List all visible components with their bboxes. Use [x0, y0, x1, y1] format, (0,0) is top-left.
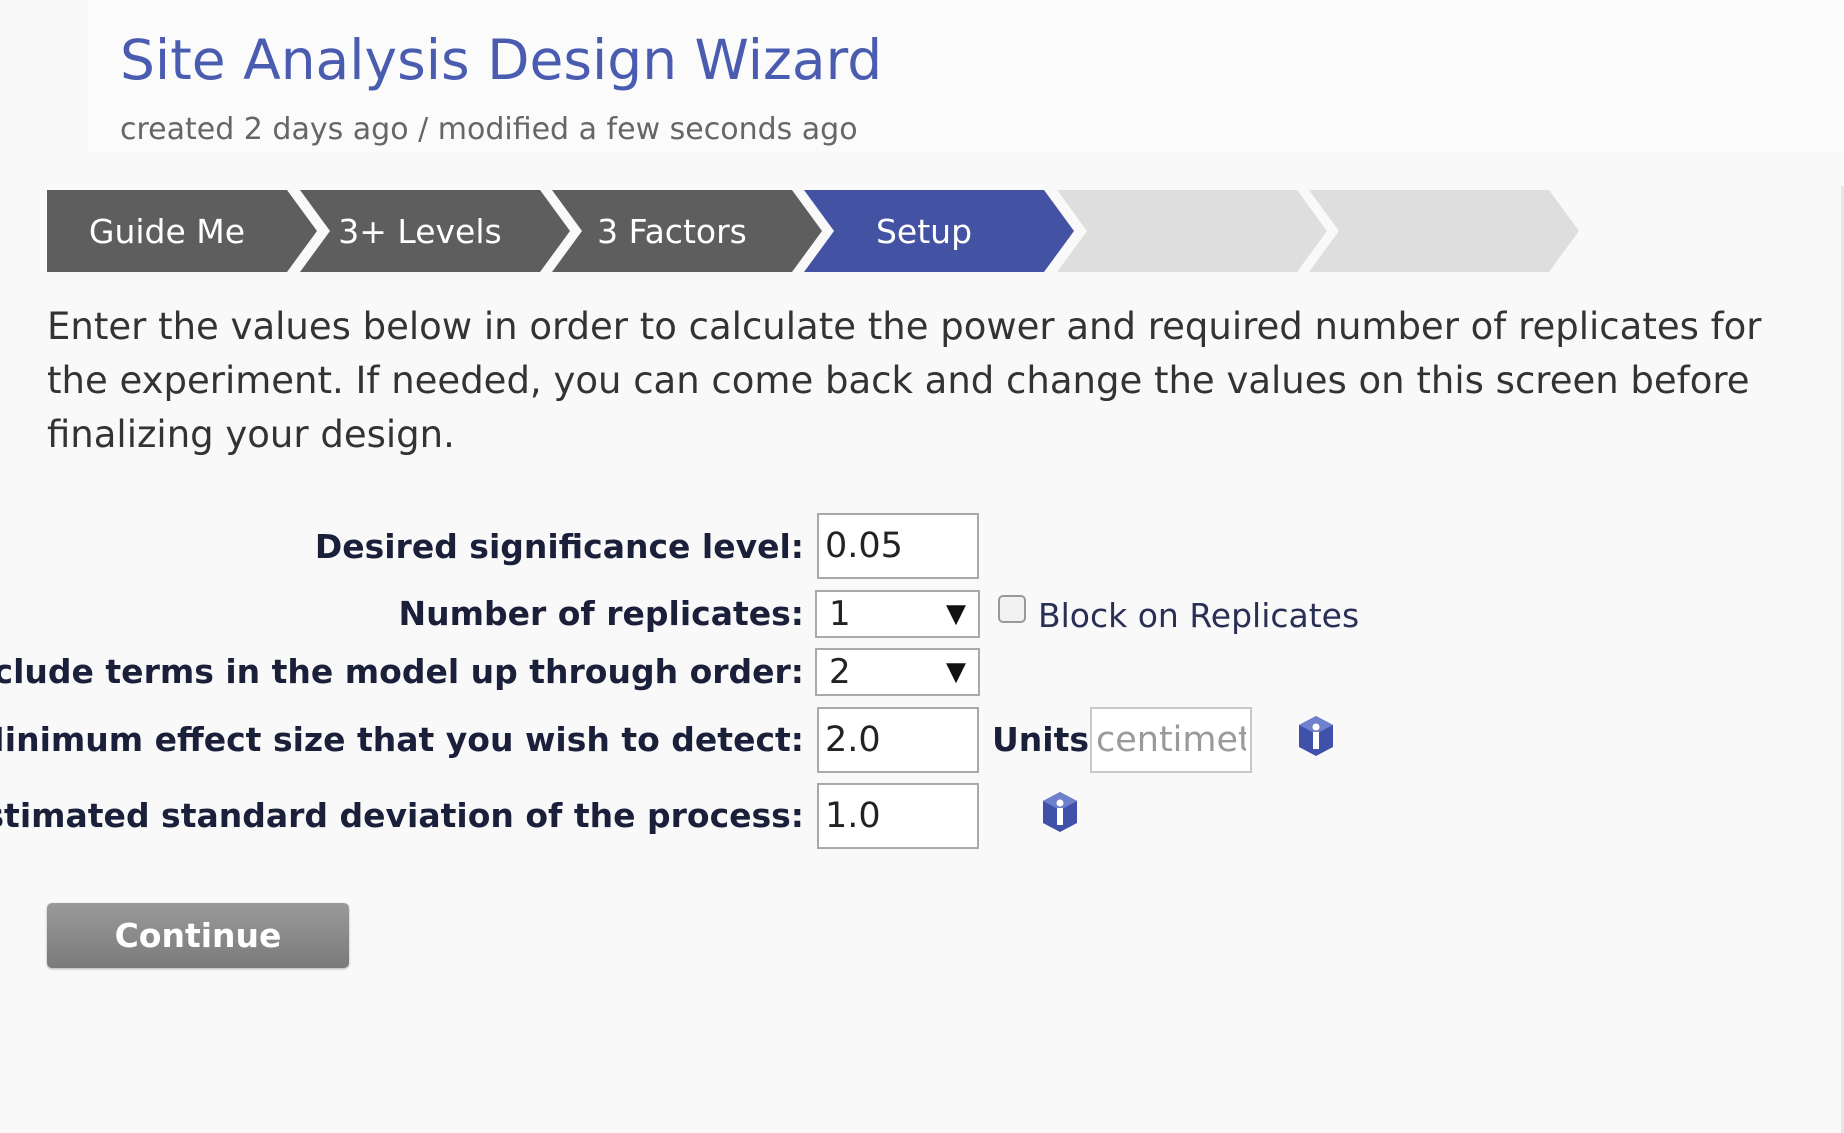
step-setup[interactable]: Setup	[804, 190, 1074, 272]
order-value: 2	[829, 652, 851, 692]
stddev-label: Estimated standard deviation of the proc…	[0, 796, 804, 835]
units-input[interactable]	[1090, 707, 1252, 773]
wizard-steps: Guide Me 3+ Levels 3 Factors Setup	[47, 190, 1587, 272]
effect-size-value: 2.0	[825, 720, 881, 760]
continue-button[interactable]: Continue	[47, 903, 349, 968]
continue-label: Continue	[114, 916, 282, 955]
info-hexagon-icon[interactable]	[1040, 790, 1080, 834]
significance-label: Desired significance level:	[314, 527, 804, 566]
order-label: Include terms in the model up through or…	[0, 652, 804, 691]
significance-value: 0.05	[825, 526, 903, 566]
info-hexagon-icon[interactable]	[1296, 714, 1336, 758]
step-label: 3+ Levels	[338, 211, 502, 251]
step-levels[interactable]: 3+ Levels	[300, 190, 570, 272]
replicates-value: 1	[829, 594, 851, 634]
block-replicates-label[interactable]: Block on Replicates	[1038, 596, 1359, 636]
order-select[interactable]: 2 ▼	[815, 648, 980, 696]
block-replicates-checkbox[interactable]	[998, 595, 1026, 623]
page-subtitle: created 2 days ago / modified a few seco…	[120, 112, 858, 147]
step-guide-me[interactable]: Guide Me	[47, 190, 317, 272]
effect-size-input[interactable]: 2.0	[817, 707, 979, 773]
replicates-label: Number of replicates:	[398, 594, 804, 633]
triangle-down-icon: ▼	[946, 657, 966, 687]
stddev-input[interactable]: 1.0	[817, 783, 979, 849]
significance-input[interactable]: 0.05	[817, 513, 979, 579]
step-pending-6	[1309, 190, 1579, 272]
stddev-value: 1.0	[825, 796, 881, 836]
intro-text: Enter the values below in order to calcu…	[47, 305, 1762, 456]
replicates-select[interactable]: 1 ▼	[815, 590, 980, 638]
step-pending-5	[1057, 190, 1327, 272]
effect-size-label: Minimum effect size that you wish to det…	[0, 720, 804, 759]
step-label: Setup	[875, 211, 973, 251]
step-label: 3 Factors	[597, 211, 747, 251]
triangle-down-icon: ▼	[946, 599, 966, 629]
step-factors[interactable]: 3 Factors	[552, 190, 822, 272]
step-label: Guide Me	[88, 211, 246, 251]
page-title: Site Analysis Design Wizard	[120, 28, 883, 92]
units-label: Units	[992, 720, 1090, 759]
